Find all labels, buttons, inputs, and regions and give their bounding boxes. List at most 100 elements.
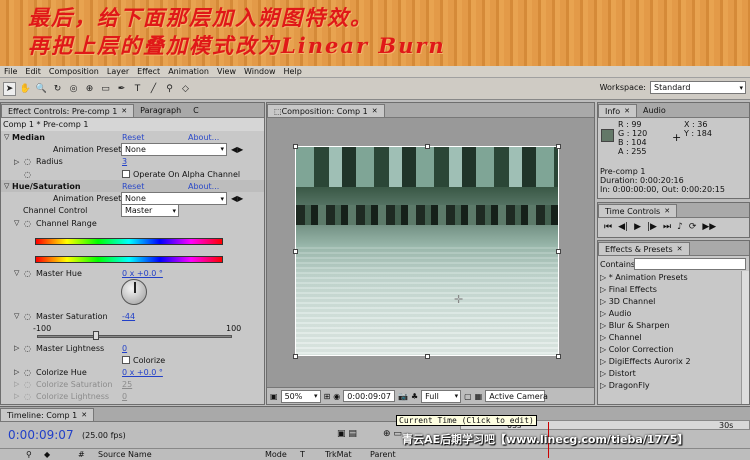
hue-about-link[interactable]: About... bbox=[188, 182, 219, 191]
camera-view-dropdown[interactable]: Active Camera bbox=[485, 390, 548, 402]
layer-handle[interactable] bbox=[556, 144, 561, 149]
collapse-arrow-icon[interactable]: ▽ bbox=[4, 182, 9, 190]
tab-composition[interactable]: ⬚ Composition: Comp 1 ✕ bbox=[267, 104, 385, 117]
clone-stamp-icon[interactable]: ⚲ bbox=[163, 82, 176, 96]
live-update-icon[interactable]: ⊕ ▭ bbox=[383, 429, 402, 439]
tab-paragraph[interactable]: Paragraph bbox=[134, 104, 187, 117]
composition-viewer[interactable]: ✛ bbox=[295, 146, 559, 356]
menu-window[interactable]: Window bbox=[240, 67, 280, 76]
tab-effects-presets[interactable]: Effects & Presets ✕ bbox=[598, 242, 690, 255]
close-icon[interactable]: ✕ bbox=[372, 107, 378, 115]
close-icon[interactable]: ✕ bbox=[624, 107, 630, 115]
colorize-checkbox[interactable] bbox=[122, 356, 130, 365]
ep-item[interactable]: ▷ Blur & Sharpen bbox=[600, 321, 670, 330]
resolution-dropdown[interactable]: Full bbox=[421, 389, 462, 403]
stopwatch-icon[interactable]: ◌ bbox=[24, 170, 31, 179]
ep-item[interactable]: ▷ * Animation Presets bbox=[600, 273, 688, 282]
preset-nav-icon[interactable]: ◀▶ bbox=[231, 194, 243, 203]
transparency-icon[interactable]: ▦ bbox=[475, 392, 483, 401]
ram-preview-icon[interactable]: ▶▶ bbox=[702, 222, 716, 232]
close-icon[interactable]: ✕ bbox=[121, 107, 127, 115]
menu-animation[interactable]: Animation bbox=[164, 67, 213, 76]
first-frame-icon[interactable]: ⏮ bbox=[604, 222, 612, 232]
layer-handle[interactable] bbox=[556, 354, 561, 359]
colorize-saturation-value[interactable]: 25 bbox=[122, 380, 132, 389]
timeline-current-time[interactable]: 0:00:09:07 bbox=[8, 428, 74, 442]
median-anim-presets-dropdown[interactable]: None bbox=[121, 142, 227, 156]
close-icon[interactable]: ✕ bbox=[81, 411, 87, 419]
alpha-checkbox[interactable] bbox=[122, 170, 130, 179]
menu-layer[interactable]: Layer bbox=[103, 67, 133, 76]
grid-icon[interactable]: ▣ bbox=[270, 392, 278, 401]
stopwatch-icon[interactable]: ◌ bbox=[24, 368, 31, 377]
tab-info[interactable]: Info ✕ bbox=[598, 104, 638, 117]
layer-handle[interactable] bbox=[293, 249, 298, 254]
ep-item[interactable]: ▷ Final Effects bbox=[600, 285, 657, 294]
menu-composition[interactable]: Composition bbox=[45, 67, 103, 76]
stopwatch-icon[interactable]: ◌ bbox=[24, 157, 31, 166]
effects-search-input[interactable] bbox=[634, 258, 746, 270]
colorize-hue-value[interactable]: 0 x +0.0 ° bbox=[122, 368, 163, 377]
channel-range-spectrum-top[interactable] bbox=[35, 238, 223, 245]
ep-item[interactable]: ▷ 3D Channel bbox=[600, 297, 655, 306]
zoom-tool-icon[interactable]: 🔍 bbox=[35, 82, 48, 96]
pan-behind-icon[interactable]: ⊕ bbox=[83, 82, 96, 96]
workspace-dropdown[interactable]: Standard bbox=[650, 81, 746, 94]
master-lightness-value[interactable]: 0 bbox=[122, 344, 127, 353]
menu-effect[interactable]: Effect bbox=[133, 67, 164, 76]
text-tool-icon[interactable]: T bbox=[131, 82, 144, 96]
orbit-camera-icon[interactable]: ◎ bbox=[67, 82, 80, 96]
stopwatch-icon[interactable]: ◌ bbox=[24, 392, 31, 401]
snapshot-icon[interactable]: ◉ bbox=[333, 392, 340, 401]
tab-character[interactable]: C bbox=[187, 104, 205, 117]
median-reset-link[interactable]: Reset bbox=[122, 133, 144, 142]
layer-handle[interactable] bbox=[293, 144, 298, 149]
prev-frame-icon[interactable]: ◀| bbox=[618, 222, 628, 232]
tab-time-controls[interactable]: Time Controls ✕ bbox=[598, 204, 678, 217]
master-saturation-value[interactable]: -44 bbox=[122, 312, 135, 321]
layer-handle[interactable] bbox=[425, 144, 430, 149]
stopwatch-icon[interactable]: ◌ bbox=[24, 380, 31, 389]
audio-icon[interactable]: ♪ bbox=[677, 222, 683, 232]
current-time-field[interactable]: 0:00:09:07 bbox=[343, 390, 395, 402]
collapse-arrow-icon[interactable]: ▽ bbox=[4, 133, 9, 141]
collapse-arrow-icon[interactable]: ▽ bbox=[14, 312, 19, 320]
last-frame-icon[interactable]: ⏭ bbox=[663, 222, 671, 232]
zoom-dropdown[interactable]: 50% bbox=[280, 389, 321, 403]
camera-icon[interactable]: 📷 bbox=[398, 392, 408, 401]
median-about-link[interactable]: About... bbox=[188, 133, 219, 142]
radius-value[interactable]: 3 bbox=[122, 157, 127, 166]
hue-anim-presets-dropdown[interactable]: None bbox=[121, 192, 227, 206]
channel-icon[interactable]: ♣ bbox=[411, 392, 418, 401]
play-icon[interactable]: ▶ bbox=[634, 222, 641, 232]
ep-item[interactable]: ▷ DragonFly bbox=[600, 381, 650, 390]
master-hue-value[interactable]: 0 x +0.0 ° bbox=[122, 269, 163, 278]
expand-arrow-icon[interactable]: ▷ bbox=[14, 158, 19, 166]
master-hue-dial[interactable] bbox=[121, 279, 147, 305]
selection-tool-icon[interactable]: ➤ bbox=[3, 81, 16, 96]
anchor-point-icon[interactable]: ✛ bbox=[454, 293, 463, 306]
region-icon[interactable]: ▢ bbox=[464, 392, 472, 401]
expand-arrow-icon[interactable]: ▷ bbox=[14, 380, 19, 388]
ep-item[interactable]: ▷ Color Correction bbox=[600, 345, 674, 354]
hand-tool-icon[interactable]: ✋ bbox=[19, 82, 32, 96]
slider-thumb[interactable] bbox=[93, 331, 99, 340]
collapse-arrow-icon[interactable]: ▽ bbox=[14, 269, 19, 277]
stopwatch-icon[interactable]: ◌ bbox=[24, 312, 31, 321]
scrollbar[interactable] bbox=[741, 271, 749, 404]
channel-range-spectrum-bottom[interactable] bbox=[35, 256, 223, 263]
stopwatch-icon[interactable]: ◌ bbox=[24, 344, 31, 353]
menu-edit[interactable]: Edit bbox=[21, 67, 45, 76]
channel-control-dropdown[interactable]: Master bbox=[121, 204, 179, 218]
loop-icon[interactable]: ⟳ bbox=[689, 222, 697, 232]
ep-item[interactable]: ▷ Distort bbox=[600, 369, 636, 378]
eraser-tool-icon[interactable]: ◇ bbox=[179, 82, 192, 96]
stopwatch-icon[interactable]: ◌ bbox=[24, 269, 31, 278]
ep-item[interactable]: ▷ Channel bbox=[600, 333, 642, 342]
hue-reset-link[interactable]: Reset bbox=[122, 182, 144, 191]
master-saturation-slider[interactable] bbox=[37, 331, 232, 340]
ep-item[interactable]: ▷ DigiEffects Aurorix 2 bbox=[600, 357, 691, 366]
collapse-arrow-icon[interactable]: ▽ bbox=[14, 219, 19, 227]
layer-handle[interactable] bbox=[425, 354, 430, 359]
pen-tool-icon[interactable]: ✒ bbox=[115, 82, 128, 96]
